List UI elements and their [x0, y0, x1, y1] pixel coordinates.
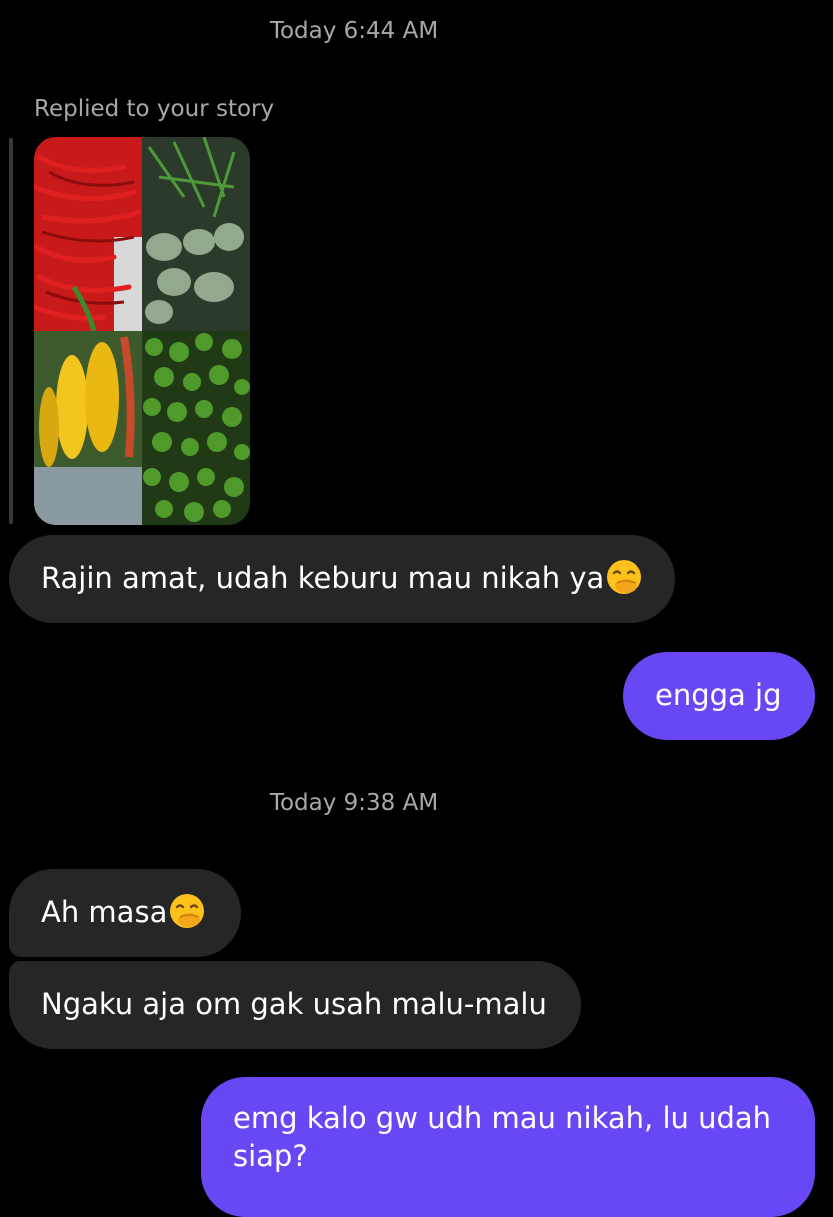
message-bubble-incoming[interactable]: Ah masa	[9, 869, 241, 957]
timestamp-1: Today 6:44 AM	[269, 18, 439, 44]
message-text: Ah masa	[41, 895, 168, 929]
message-bubble-incoming[interactable]: Ngaku aja om gak usah malu-malu	[9, 961, 581, 1049]
message-text: Ngaku aja om gak usah malu-malu	[41, 987, 547, 1021]
message-text: Rajin amat, udah keburu mau nikah ya	[41, 561, 605, 595]
face-with-hand-over-mouth-icon	[606, 559, 642, 595]
story-thumbnail[interactable]	[34, 137, 250, 525]
message-bubble-outgoing[interactable]: emg kalo gw udh mau nikah, lu udah siap?	[201, 1077, 815, 1217]
reply-indicator-bar	[9, 138, 13, 524]
message-bubble-incoming[interactable]: Rajin amat, udah keburu mau nikah ya	[9, 535, 675, 623]
timestamp-2: Today 9:38 AM	[269, 790, 439, 816]
story-collage-image	[34, 137, 250, 525]
message-bubble-outgoing[interactable]: engga jg	[623, 652, 815, 740]
replied-to-story-label: Replied to your story	[34, 96, 275, 122]
face-with-hand-over-mouth-icon	[169, 893, 205, 929]
message-text: emg kalo gw udh mau nikah, lu udah siap?	[233, 1101, 772, 1173]
message-text: engga jg	[655, 678, 782, 712]
